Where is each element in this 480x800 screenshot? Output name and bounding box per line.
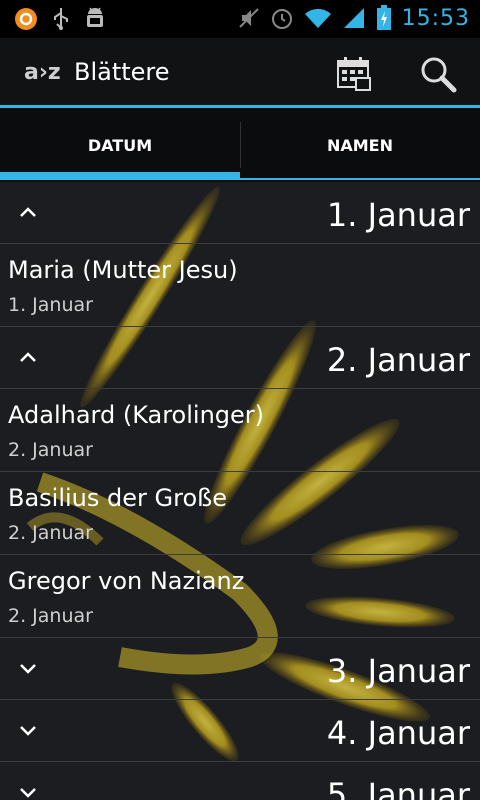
selected-tab-indicator	[0, 172, 240, 180]
tab-bar: DATUM NAMEN	[0, 108, 480, 182]
mute-icon	[238, 8, 259, 28]
battery-icon	[376, 5, 391, 30]
alarm-icon	[271, 9, 292, 29]
tab-datum[interactable]: DATUM	[0, 108, 240, 182]
list-item[interactable]: Maria (Mutter Jesu) 1. Januar	[0, 244, 480, 327]
chevron-down-icon	[20, 788, 36, 798]
saint-date: 2. Januar	[8, 605, 93, 627]
saints-list[interactable]: 1. Januar Maria (Mutter Jesu) 1. Januar …	[0, 182, 480, 800]
group-date: 2. Januar	[326, 341, 470, 379]
page-title: Blättere	[74, 58, 170, 86]
saint-name: Basilius der Große	[8, 484, 228, 512]
calendar-icon	[337, 57, 371, 91]
wifi-icon	[304, 8, 331, 28]
group-date: 5. Januar	[326, 776, 470, 800]
search-icon	[421, 57, 457, 93]
signal-icon	[343, 8, 364, 28]
list-item[interactable]: Adalhard (Karolinger) 2. Januar	[0, 389, 480, 472]
saint-date: 2. Januar	[8, 439, 93, 461]
chevron-up-icon	[20, 352, 36, 362]
saint-date: 1. Januar	[8, 294, 93, 316]
date-group-header[interactable]: 3. Januar	[0, 638, 480, 700]
group-date: 1. Januar	[326, 196, 470, 234]
calendar-button[interactable]	[332, 52, 376, 96]
tab-namen[interactable]: NAMEN	[240, 108, 480, 182]
chevron-down-icon	[20, 664, 36, 674]
list-item[interactable]: Gregor von Nazianz 2. Januar	[0, 555, 480, 638]
date-group-header[interactable]: 5. Januar	[0, 762, 480, 800]
android-debug-icon	[87, 7, 103, 27]
chevron-down-icon	[20, 726, 36, 736]
app-logo-icon[interactable]: a›z	[24, 60, 61, 85]
date-group-header[interactable]: 1. Januar	[0, 182, 480, 244]
date-group-header[interactable]: 2. Januar	[0, 327, 480, 389]
usb-icon	[54, 8, 68, 30]
app-notification-icon	[15, 8, 37, 30]
tab-underline	[240, 178, 480, 180]
group-date: 4. Januar	[326, 714, 470, 752]
saint-date: 2. Januar	[8, 522, 93, 544]
saint-name: Maria (Mutter Jesu)	[8, 256, 238, 284]
group-date: 3. Januar	[326, 652, 470, 690]
date-group-header[interactable]: 4. Januar	[0, 700, 480, 762]
action-bar: a›z Blättere	[0, 38, 480, 108]
status-bar: 15:53	[0, 0, 480, 38]
search-button[interactable]	[416, 52, 460, 96]
saint-name: Gregor von Nazianz	[8, 567, 245, 595]
chevron-up-icon	[20, 207, 36, 217]
saint-name: Adalhard (Karolinger)	[8, 401, 265, 429]
list-item[interactable]: Basilius der Große 2. Januar	[0, 472, 480, 555]
clock: 15:53	[401, 5, 470, 31]
